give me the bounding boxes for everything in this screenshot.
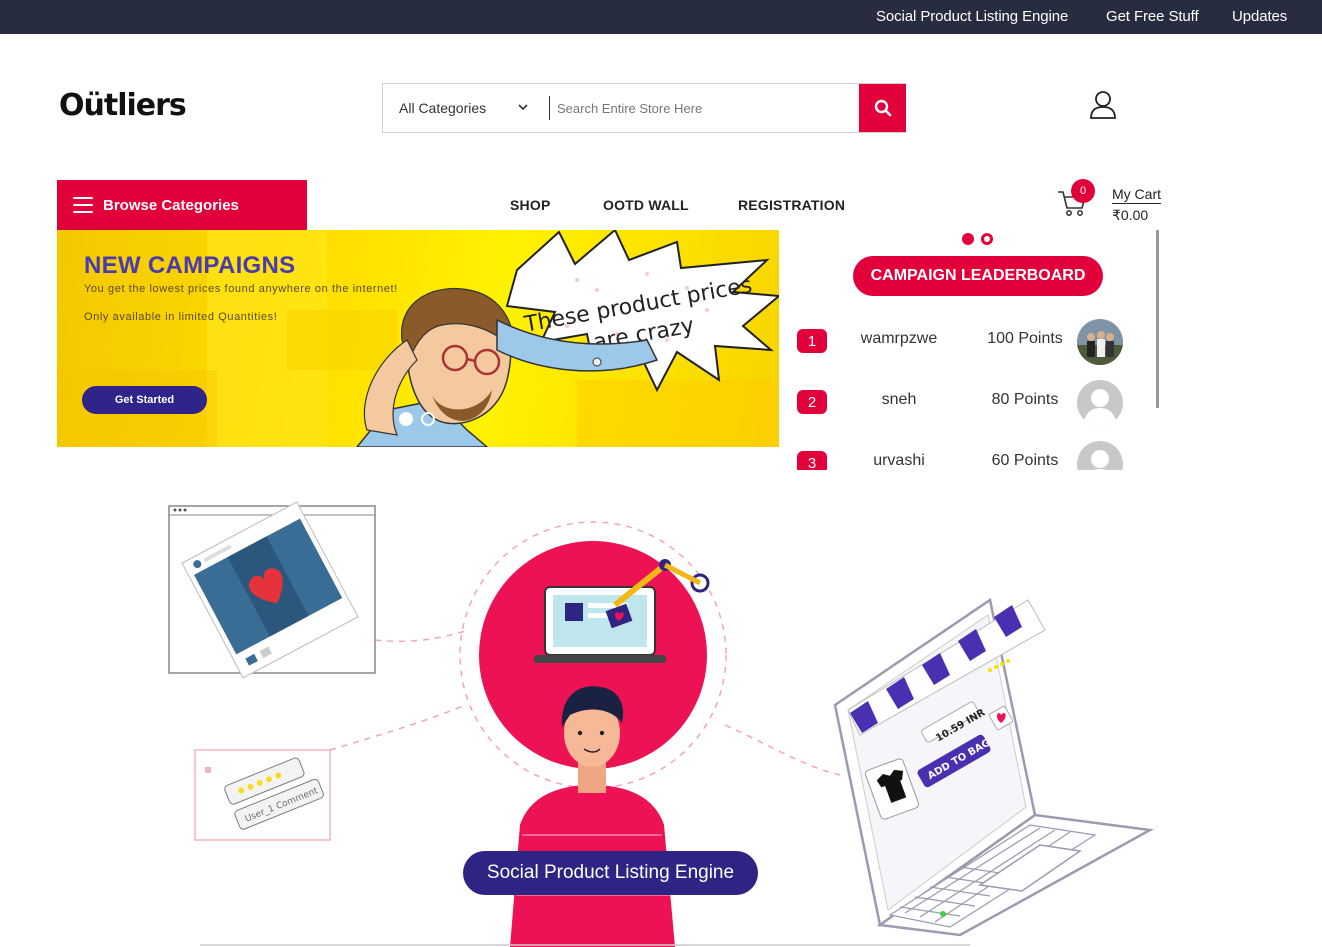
banner-note: Only available in limited Quantities! [84, 311, 278, 323]
leaderboard-row: 1 wamrpzwe 100 Points [785, 319, 1155, 365]
rank-badge: 1 [797, 329, 827, 353]
comments-window: User_1 Comment [194, 749, 331, 841]
hamburger-menu-icon [73, 197, 93, 213]
leaderboard-scrollbar[interactable] [1156, 230, 1159, 408]
leaderboard-username: wamrpzwe [860, 330, 938, 347]
leaderboard-username: urvashi [873, 452, 925, 469]
rank-badge: 2 [797, 390, 827, 414]
chevron-down-icon [518, 104, 528, 111]
leaderboard-points: 60 Points [991, 452, 1059, 469]
banner-slide-dot-1[interactable] [399, 412, 413, 426]
topbar-link-updates[interactable]: Updates [1232, 8, 1287, 25]
banner-title: NEW CAMPAIGNS [84, 252, 296, 279]
browse-categories-button[interactable]: Browse Categories [57, 180, 307, 230]
search-icon [874, 99, 891, 117]
leaderboard-slide-dot-2[interactable] [981, 233, 993, 245]
leaderboard-slide-dot-1[interactable] [962, 233, 974, 245]
leaderboard-list: 1 wamrpzwe 100 Points 2 sneh 80 Points 3… [785, 310, 1155, 470]
nav-link-ootd-wall[interactable]: OOTD WALL [603, 197, 689, 213]
leaderboard-row: 3 urvashi 60 Points [785, 441, 1155, 470]
topbar-link-social-product-listing-engine[interactable]: Social Product Listing Engine [876, 8, 1068, 25]
leaderboard-row: 2 sneh 80 Points [785, 380, 1155, 426]
avatar [1077, 319, 1123, 365]
search-input[interactable] [557, 96, 857, 120]
nav-link-registration[interactable]: REGISTRATION [738, 197, 845, 213]
category-select[interactable]: All Categories [383, 84, 549, 132]
campaign-leaderboard-button[interactable]: CAMPAIGN LEADERBOARD [853, 256, 1103, 296]
topbar-link-get-free-stuff[interactable]: Get Free Stuff [1106, 8, 1199, 25]
leaderboard-username: sneh [881, 391, 917, 408]
browse-categories-label: Browse Categories [103, 196, 239, 214]
cart-total: ₹0.00 [1112, 207, 1149, 223]
cart-count-badge: 0 [1071, 179, 1095, 203]
store-laptop: 10.59 INR ADD TO BAG [833, 597, 1154, 937]
leaderboard-points: 100 Points [987, 330, 1063, 347]
social-post-window [168, 501, 376, 679]
user-account-icon[interactable] [1089, 90, 1117, 120]
top-bar: Social Product Listing Engine Get Free S… [0, 0, 1322, 34]
search-divider [549, 96, 550, 120]
banner-slide-dot-2[interactable] [421, 412, 435, 426]
default-avatar-icon [1077, 441, 1123, 470]
category-select-value: All Categories [399, 100, 487, 116]
search-button[interactable] [859, 84, 906, 132]
site-logo[interactable]: Oütliers [59, 88, 187, 123]
my-cart-link[interactable]: My Cart [1112, 186, 1161, 204]
nav-link-shop[interactable]: SHOP [510, 197, 550, 213]
hero-label-badge: Social Product Listing Engine [463, 851, 758, 895]
default-avatar-icon [1077, 380, 1123, 426]
search-bar: All Categories [382, 83, 906, 133]
campaign-banner: NEW CAMPAIGNS You get the lowest prices … [57, 230, 779, 447]
get-started-button[interactable]: Get Started [82, 386, 207, 414]
rank-badge: 3 [797, 451, 827, 470]
leaderboard-points: 80 Points [991, 391, 1059, 408]
